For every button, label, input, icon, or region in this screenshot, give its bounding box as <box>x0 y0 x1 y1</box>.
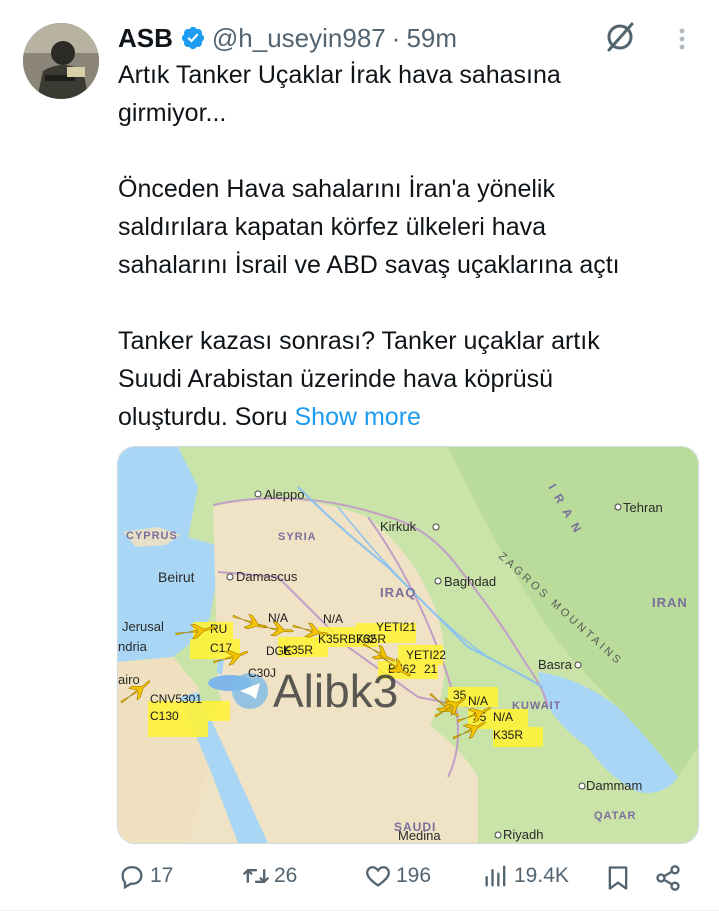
divider <box>0 910 719 911</box>
author-avatar[interactable] <box>23 23 99 99</box>
flight-label-na-3: N/A <box>468 694 488 708</box>
text-line-last: oluşturdu. Soru Show more <box>118 398 698 436</box>
more-options-icon[interactable] <box>670 24 694 54</box>
flight-label-35: 35 <box>453 688 467 702</box>
label-saudi: SAUDI <box>394 820 436 834</box>
flight-label-c30j: C30J <box>248 666 276 680</box>
like-button[interactable]: 196 <box>364 862 431 890</box>
bookmark-icon[interactable] <box>604 864 632 892</box>
heart-icon <box>366 866 390 887</box>
flight-label-k35r-1: K35R <box>283 643 313 657</box>
label-cyprus: CYPRUS <box>126 530 178 542</box>
author-handle[interactable]: @h_useyin987 <box>212 23 386 54</box>
flight-label-c130: C130 <box>150 709 179 723</box>
avatar-image <box>23 23 99 99</box>
author-name[interactable]: ASB <box>118 23 173 54</box>
label-riyadh: Riyadh <box>503 827 543 842</box>
repost-icon <box>243 869 269 883</box>
label-andria: ndria <box>118 639 148 654</box>
show-more-link[interactable]: Show more <box>295 403 421 431</box>
flight-label-cnv5301: CNV5301 <box>150 692 202 706</box>
separator-dot: · <box>391 22 401 53</box>
repost-button[interactable]: 26 <box>242 862 297 890</box>
label-baghdad: Baghdad <box>444 574 496 589</box>
label-syria: SYRIA <box>278 531 317 543</box>
tweet-text: Artık Tanker Uçaklar İrak hava sahasına … <box>118 56 698 436</box>
flight-map-image: Alibk3 Aleppo Tehran Kirkuk Beirut Damas… <box>118 447 698 843</box>
label-qatar: QATAR <box>594 810 636 822</box>
flight-label-na-4: N/A <box>493 710 513 724</box>
text-line: saldırılara kapatan körfez ülkeleri hava <box>118 213 547 241</box>
label-tehran: Tehran <box>623 500 663 515</box>
label-iran-country: IRAN <box>652 595 688 610</box>
flight-label-21: 21 <box>424 662 438 676</box>
verified-badge-icon <box>181 26 205 50</box>
label-kuwait: KUWAIT <box>512 700 561 712</box>
map-watermark: Alibk3 <box>273 665 398 717</box>
grok-icon[interactable] <box>603 20 637 54</box>
label-iraq: IRAQ <box>380 585 417 600</box>
text-line: Önceden Hava sahalarını İran'a yönelik <box>118 175 555 203</box>
label-jerusalem: Jerusal <box>122 619 164 634</box>
label-kirkuk: Kirkuk <box>380 519 417 534</box>
share-icon[interactable] <box>654 864 682 892</box>
label-damascus: Damascus <box>236 569 298 584</box>
tweet-header: ASB @h_useyin987 · 59m <box>118 18 457 58</box>
tweet-time[interactable]: 59m <box>406 23 457 54</box>
views-button[interactable]: 19.4K <box>482 862 569 890</box>
text-line: sahalarını İsrail ve ABD savaş uçakların… <box>118 251 620 279</box>
flight-label-k35r-2: K35R <box>493 728 523 742</box>
label-basra: Basra <box>538 657 573 672</box>
text-line: girmiyor... <box>118 99 227 127</box>
text-line: Artık Tanker Uçaklar İrak hava sahasına <box>118 61 561 89</box>
reply-button[interactable]: 17 <box>118 862 173 890</box>
flight-label-k35r-3: K35R <box>356 632 386 646</box>
text-fragment: oluşturdu. Soru <box>118 403 288 431</box>
reply-count: 17 <box>150 864 174 887</box>
flight-label-yeti22: YETI22 <box>406 648 446 662</box>
label-dammam: Dammam <box>586 778 642 793</box>
repost-count: 26 <box>274 864 298 887</box>
like-count: 196 <box>396 864 432 887</box>
text-line: Suudi Arabistan üzerinde hava köprüsü <box>118 365 554 393</box>
label-cairo: airo <box>118 672 140 687</box>
reply-icon <box>121 866 143 890</box>
text-line: Tanker kazası sonrası? Tanker uçaklar ar… <box>118 327 600 355</box>
views-chart-icon <box>485 865 506 887</box>
tweet-media-map[interactable]: Alibk3 Aleppo Tehran Kirkuk Beirut Damas… <box>117 446 699 844</box>
flight-label-na-2: N/A <box>323 612 343 626</box>
label-beirut: Beirut <box>158 569 195 585</box>
label-aleppo: Aleppo <box>264 487 304 502</box>
views-count: 19.4K <box>514 864 569 887</box>
tweet-action-bar: 17 26 196 19.4K <box>0 852 719 902</box>
